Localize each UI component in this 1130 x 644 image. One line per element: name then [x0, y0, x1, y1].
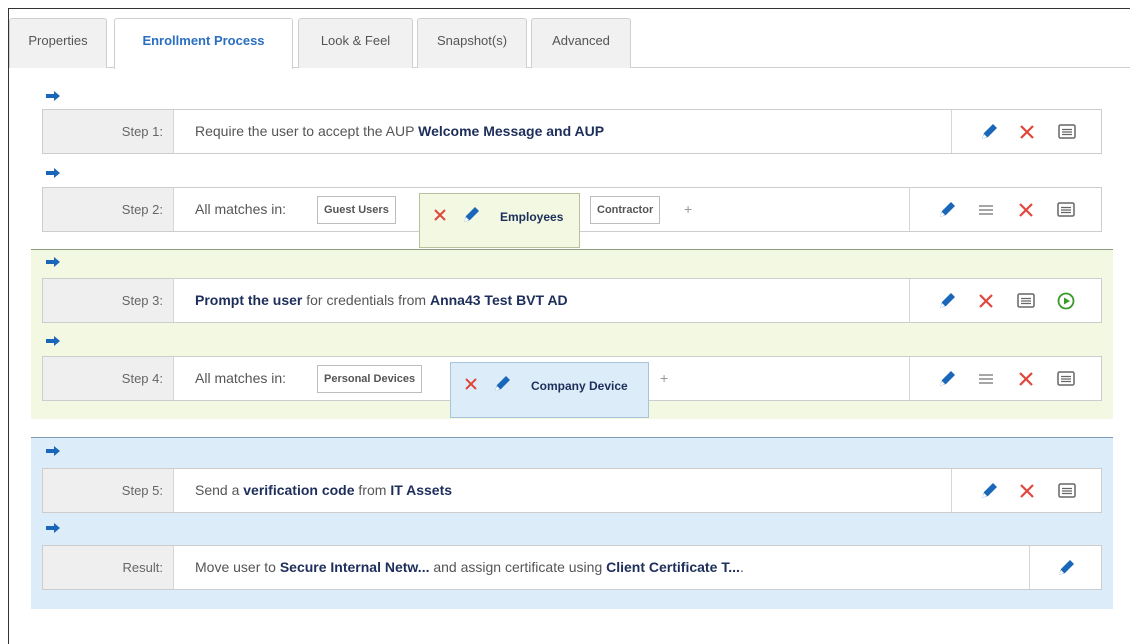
reorder-icon[interactable]: [975, 368, 997, 390]
delete-icon[interactable]: [1015, 368, 1037, 390]
step-actions: [909, 357, 1101, 400]
arrow-right-icon[interactable]: [46, 523, 60, 533]
step-actions: [951, 110, 1101, 153]
result-label: Result:: [43, 546, 174, 589]
step-actions: [951, 469, 1101, 512]
step-row-5: Step 5: Send a verification code from IT…: [42, 468, 1102, 513]
step-description: Require the user to accept the AUP Welco…: [195, 123, 605, 139]
result-actions: [1029, 546, 1101, 589]
verification-code-link[interactable]: verification code: [243, 482, 354, 498]
tab-advanced[interactable]: Advanced: [531, 18, 631, 68]
comment-icon[interactable]: [1056, 480, 1078, 502]
delete-icon[interactable]: [429, 204, 451, 226]
edit-icon[interactable]: [936, 290, 958, 312]
step-actions: [909, 279, 1101, 322]
step-label: Step 1:: [43, 110, 174, 153]
edit-icon[interactable]: [1055, 557, 1077, 579]
delete-icon[interactable]: [460, 373, 482, 395]
result-description: Move user to Secure Internal Netw... and…: [195, 559, 744, 575]
arrow-right-icon[interactable]: [46, 446, 60, 456]
delete-icon[interactable]: [1015, 199, 1037, 221]
comment-icon[interactable]: [1055, 368, 1077, 390]
prompt-user-link[interactable]: Prompt the user: [195, 292, 302, 308]
chip-personal-devices[interactable]: Personal Devices: [317, 365, 423, 393]
arrow-right-icon[interactable]: [46, 91, 60, 101]
arrow-right-icon[interactable]: [46, 168, 60, 178]
tab-properties[interactable]: Properties: [9, 18, 107, 68]
edit-icon[interactable]: [978, 480, 1000, 502]
step-label: Step 3:: [43, 279, 174, 322]
step-description: Send a verification code from IT Assets: [195, 482, 453, 498]
step-row-1: Step 1: Require the user to accept the A…: [42, 109, 1102, 154]
step-actions: [909, 188, 1101, 231]
add-icon[interactable]: +: [684, 188, 692, 231]
step-label: Step 2:: [43, 188, 174, 231]
add-icon[interactable]: +: [660, 357, 668, 400]
aup-link[interactable]: Welcome Message and AUP: [418, 123, 604, 139]
delete-icon[interactable]: [1016, 480, 1038, 502]
step-label: Step 4:: [43, 357, 174, 400]
edit-icon[interactable]: [936, 199, 958, 221]
arrow-right-icon[interactable]: [46, 336, 60, 346]
comment-icon[interactable]: [1055, 199, 1077, 221]
step-label: Step 5:: [43, 469, 174, 512]
reorder-icon[interactable]: [975, 199, 997, 221]
chip-employees[interactable]: Employees: [419, 193, 580, 248]
tab-enrollment-process[interactable]: Enrollment Process: [114, 18, 293, 69]
run-icon[interactable]: [1055, 290, 1077, 312]
tab-look-and-feel[interactable]: Look & Feel: [298, 18, 413, 68]
edit-icon[interactable]: [936, 368, 958, 390]
chip-contractor[interactable]: Contractor: [590, 196, 661, 224]
chip-guest-users[interactable]: Guest Users: [317, 196, 396, 224]
identity-source-link[interactable]: Anna43 Test BVT AD: [430, 292, 568, 308]
step-row-3: Step 3: Prompt the user for credentials …: [42, 278, 1102, 323]
delete-icon[interactable]: [975, 290, 997, 312]
delete-icon[interactable]: [1016, 121, 1038, 143]
it-assets-link[interactable]: IT Assets: [390, 482, 452, 498]
chip-company-device[interactable]: Company Device: [450, 362, 649, 418]
network-link[interactable]: Secure Internal Netw...: [280, 559, 430, 575]
result-row: Result: Move user to Secure Internal Net…: [42, 545, 1102, 590]
step-description: Prompt the user for credentials from Ann…: [195, 292, 568, 308]
edit-icon[interactable]: [460, 204, 482, 226]
comment-icon[interactable]: [1056, 121, 1078, 143]
certificate-template-link[interactable]: Client Certificate T...: [606, 559, 740, 575]
comment-icon[interactable]: [1015, 290, 1037, 312]
edit-icon[interactable]: [978, 121, 1000, 143]
step-description: All matches in:: [195, 370, 287, 386]
edit-icon[interactable]: [491, 373, 513, 395]
step-description: All matches in:: [195, 201, 287, 217]
tab-snapshots[interactable]: Snapshot(s): [417, 18, 527, 68]
arrow-right-icon[interactable]: [46, 257, 60, 267]
tab-bar: Properties Enrollment Process Look & Fee…: [9, 18, 1130, 69]
